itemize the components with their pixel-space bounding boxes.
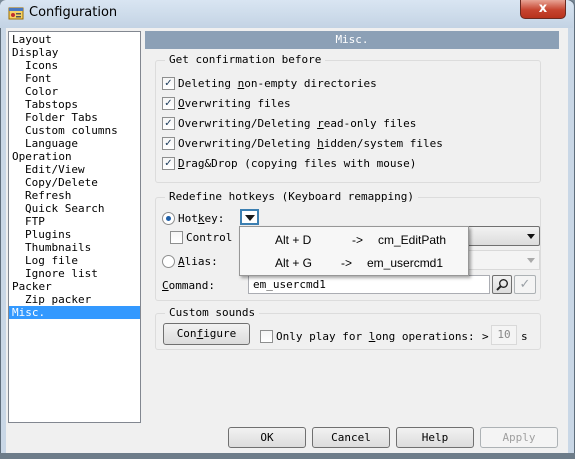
- tree-item[interactable]: Operation: [12, 150, 72, 163]
- confirm-checkbox[interactable]: ✓: [162, 157, 175, 170]
- alias-radio[interactable]: [162, 255, 175, 268]
- settings-tree[interactable]: Layout Display Icons Font Color Tabstops Folde…: [8, 31, 141, 423]
- confirm-label: Deleting non-empty directories: [178, 77, 377, 90]
- cancel-button[interactable]: Cancel: [312, 427, 390, 448]
- hotkey-popup-menu[interactable]: Alt + D -> cm_EditPath Alt + G -> em_usercmd1: [239, 226, 469, 276]
- command-input[interactable]: em_usercmd1: [248, 275, 490, 294]
- app-icon: [8, 7, 24, 20]
- long-operations-checkbox[interactable]: [260, 330, 273, 343]
- close-button[interactable]: x: [520, 0, 566, 19]
- confirm-checkbox[interactable]: ✓: [162, 77, 175, 90]
- popup-command: cm_EditPath: [378, 233, 447, 247]
- ok-button[interactable]: OK: [228, 427, 306, 448]
- hotkey-radio[interactable]: [162, 212, 175, 225]
- popup-key: Alt + G: [275, 256, 313, 270]
- greater-than-label: >: [482, 330, 489, 343]
- popup-arrow: ->: [341, 256, 353, 270]
- tree-item[interactable]: Thumbnails: [25, 241, 91, 254]
- popup-arrow: ->: [352, 233, 364, 247]
- window-title: Configuration: [29, 5, 118, 20]
- confirm-label: Overwriting/Deleting hidden/system files: [178, 137, 443, 150]
- hotkey-label: Hotkey:: [178, 212, 225, 225]
- seconds-input[interactable]: 10: [491, 325, 517, 345]
- tree-item[interactable]: Color: [25, 85, 58, 98]
- control-checkbox[interactable]: [170, 231, 183, 244]
- confirm-checkbox[interactable]: ✓: [162, 137, 175, 150]
- tree-item[interactable]: Zip packer: [25, 293, 91, 306]
- tree-item[interactable]: Tabstops: [25, 98, 78, 111]
- background-window-strip: [0, 453, 575, 459]
- popup-key: Alt + D: [275, 233, 312, 247]
- help-button[interactable]: Help: [396, 427, 474, 448]
- popup-menu-item[interactable]: Alt + D -> cm_EditPath: [241, 228, 467, 250]
- confirm-label: Drag&Drop (copying files with mouse): [178, 157, 417, 170]
- confirm-checkbox[interactable]: ✓: [162, 117, 175, 130]
- tree-item[interactable]: Quick Search: [25, 202, 104, 215]
- tree-item[interactable]: Packer: [12, 280, 52, 293]
- apply-button[interactable]: Apply: [480, 427, 558, 448]
- command-browse-button[interactable]: [492, 275, 512, 294]
- sounds-group-title: Custom sounds: [165, 306, 260, 319]
- tree-item[interactable]: Display: [12, 46, 58, 59]
- seconds-unit-label: s: [521, 330, 528, 343]
- tree-item[interactable]: Layout: [12, 33, 52, 46]
- tree-item[interactable]: Folder Tabs: [25, 111, 98, 124]
- confirm-label: Overwriting/Deleting read-only files: [178, 117, 417, 130]
- tree-item[interactable]: Misc.: [9, 306, 140, 319]
- confirm-label: Overwriting files: [178, 97, 291, 110]
- panel-header: Misc.: [145, 31, 559, 49]
- popup-menu-item[interactable]: Alt + G -> em_usercmd1: [241, 251, 467, 273]
- hotkeys-group-title: Redefine hotkeys (Keyboard remapping): [165, 190, 419, 203]
- tree-item[interactable]: Copy/Delete: [25, 176, 98, 189]
- tree-item[interactable]: Log file: [25, 254, 78, 267]
- confirmation-group-title: Get confirmation before: [165, 53, 326, 66]
- tree-item[interactable]: Refresh: [25, 189, 71, 202]
- tree-item[interactable]: Icons: [25, 59, 58, 72]
- alias-label: Alias:: [178, 255, 218, 268]
- control-label: Control +: [186, 231, 246, 244]
- tree-item[interactable]: Edit/View: [25, 163, 85, 176]
- tree-item[interactable]: Language: [25, 137, 78, 150]
- tree-item[interactable]: Custom columns: [25, 124, 118, 137]
- command-label: Command:: [162, 279, 215, 292]
- tree-item[interactable]: Font: [25, 72, 52, 85]
- popup-command: em_usercmd1: [367, 256, 444, 270]
- configure-button[interactable]: Configure: [163, 323, 250, 345]
- hotkey-dropdown-button[interactable]: [240, 209, 259, 225]
- triangle-down-icon: [245, 215, 255, 221]
- tree-item[interactable]: Ignore list: [25, 267, 98, 280]
- check-icon[interactable]: ✓: [514, 275, 536, 294]
- confirm-checkbox[interactable]: ✓: [162, 97, 175, 110]
- long-operations-label: Only play for long operations:: [276, 330, 475, 343]
- chevron-down-icon: [527, 258, 535, 263]
- tree-item[interactable]: Plugins: [25, 228, 71, 241]
- title-bar[interactable]: Configuration x: [0, 0, 573, 28]
- search-icon: [496, 279, 508, 291]
- chevron-down-icon: [527, 234, 535, 239]
- tree-item[interactable]: FTP: [25, 215, 45, 228]
